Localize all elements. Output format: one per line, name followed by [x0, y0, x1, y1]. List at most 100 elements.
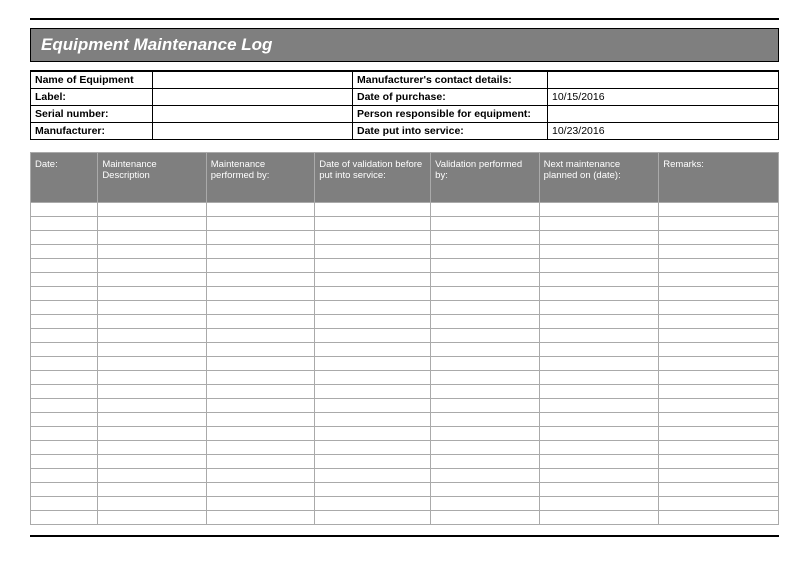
table-cell[interactable]: [431, 315, 539, 329]
table-cell[interactable]: [98, 483, 206, 497]
table-cell[interactable]: [315, 441, 431, 455]
table-cell[interactable]: [659, 413, 779, 427]
table-cell[interactable]: [206, 497, 314, 511]
table-cell[interactable]: [31, 455, 98, 469]
table-cell[interactable]: [206, 329, 314, 343]
table-cell[interactable]: [539, 301, 659, 315]
table-cell[interactable]: [431, 427, 539, 441]
table-cell[interactable]: [539, 343, 659, 357]
table-cell[interactable]: [98, 413, 206, 427]
table-cell[interactable]: [98, 245, 206, 259]
table-cell[interactable]: [539, 329, 659, 343]
table-cell[interactable]: [315, 497, 431, 511]
table-cell[interactable]: [98, 357, 206, 371]
table-cell[interactable]: [206, 245, 314, 259]
table-cell[interactable]: [31, 343, 98, 357]
table-cell[interactable]: [98, 441, 206, 455]
table-cell[interactable]: [431, 301, 539, 315]
table-cell[interactable]: [206, 315, 314, 329]
table-cell[interactable]: [431, 469, 539, 483]
table-cell[interactable]: [431, 483, 539, 497]
table-cell[interactable]: [98, 511, 206, 525]
table-cell[interactable]: [315, 273, 431, 287]
table-cell[interactable]: [98, 301, 206, 315]
table-cell[interactable]: [659, 315, 779, 329]
table-cell[interactable]: [315, 455, 431, 469]
table-cell[interactable]: [206, 399, 314, 413]
table-cell[interactable]: [31, 413, 98, 427]
table-cell[interactable]: [659, 357, 779, 371]
table-cell[interactable]: [431, 399, 539, 413]
table-cell[interactable]: [315, 259, 431, 273]
table-cell[interactable]: [659, 343, 779, 357]
table-cell[interactable]: [659, 497, 779, 511]
date-service-value[interactable]: 10/23/2016: [548, 123, 779, 140]
table-cell[interactable]: [539, 287, 659, 301]
table-cell[interactable]: [539, 315, 659, 329]
table-cell[interactable]: [431, 511, 539, 525]
table-cell[interactable]: [431, 217, 539, 231]
table-cell[interactable]: [431, 259, 539, 273]
table-cell[interactable]: [98, 315, 206, 329]
table-cell[interactable]: [539, 399, 659, 413]
table-cell[interactable]: [659, 469, 779, 483]
table-cell[interactable]: [659, 455, 779, 469]
table-cell[interactable]: [431, 385, 539, 399]
table-cell[interactable]: [539, 245, 659, 259]
table-cell[interactable]: [31, 511, 98, 525]
table-cell[interactable]: [31, 217, 98, 231]
table-cell[interactable]: [539, 455, 659, 469]
table-cell[interactable]: [98, 497, 206, 511]
table-cell[interactable]: [431, 497, 539, 511]
table-cell[interactable]: [206, 273, 314, 287]
label-value[interactable]: [153, 89, 353, 106]
table-cell[interactable]: [659, 245, 779, 259]
table-cell[interactable]: [539, 273, 659, 287]
table-cell[interactable]: [539, 203, 659, 217]
table-cell[interactable]: [31, 273, 98, 287]
table-cell[interactable]: [31, 427, 98, 441]
table-cell[interactable]: [539, 511, 659, 525]
table-cell[interactable]: [206, 217, 314, 231]
table-cell[interactable]: [539, 413, 659, 427]
table-cell[interactable]: [98, 273, 206, 287]
table-cell[interactable]: [31, 371, 98, 385]
table-cell[interactable]: [539, 217, 659, 231]
table-cell[interactable]: [315, 287, 431, 301]
table-cell[interactable]: [539, 385, 659, 399]
table-cell[interactable]: [315, 427, 431, 441]
table-cell[interactable]: [315, 483, 431, 497]
table-cell[interactable]: [98, 259, 206, 273]
table-cell[interactable]: [431, 287, 539, 301]
table-cell[interactable]: [431, 441, 539, 455]
table-cell[interactable]: [659, 203, 779, 217]
table-cell[interactable]: [31, 385, 98, 399]
table-cell[interactable]: [659, 427, 779, 441]
table-cell[interactable]: [206, 301, 314, 315]
table-cell[interactable]: [206, 455, 314, 469]
table-cell[interactable]: [539, 371, 659, 385]
table-cell[interactable]: [315, 231, 431, 245]
table-cell[interactable]: [206, 343, 314, 357]
table-cell[interactable]: [659, 483, 779, 497]
table-cell[interactable]: [206, 441, 314, 455]
table-cell[interactable]: [315, 315, 431, 329]
table-cell[interactable]: [659, 329, 779, 343]
table-cell[interactable]: [98, 217, 206, 231]
table-cell[interactable]: [206, 413, 314, 427]
table-cell[interactable]: [31, 231, 98, 245]
table-cell[interactable]: [315, 343, 431, 357]
date-purchase-value[interactable]: 10/15/2016: [548, 89, 779, 106]
table-cell[interactable]: [659, 217, 779, 231]
table-cell[interactable]: [315, 203, 431, 217]
table-cell[interactable]: [31, 329, 98, 343]
table-cell[interactable]: [659, 259, 779, 273]
table-cell[interactable]: [31, 245, 98, 259]
table-cell[interactable]: [539, 259, 659, 273]
table-cell[interactable]: [98, 385, 206, 399]
table-cell[interactable]: [98, 399, 206, 413]
table-cell[interactable]: [206, 259, 314, 273]
table-cell[interactable]: [659, 385, 779, 399]
table-cell[interactable]: [206, 287, 314, 301]
table-cell[interactable]: [206, 427, 314, 441]
